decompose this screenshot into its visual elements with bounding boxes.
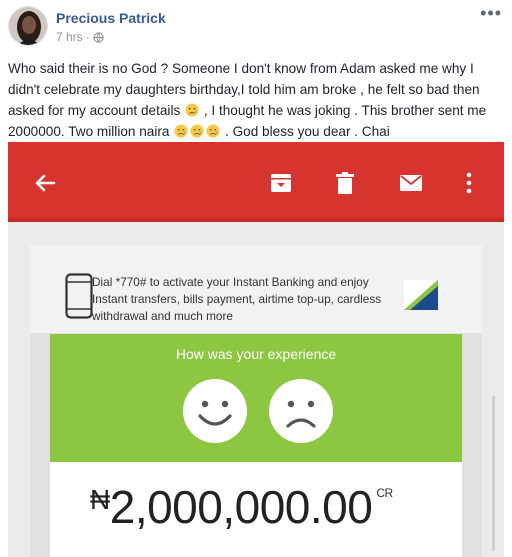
more-vertical-icon[interactable]: [456, 170, 482, 196]
currency-symbol: ₦: [90, 484, 110, 515]
post-time[interactable]: 7 hrs: [56, 30, 83, 44]
experience-panel: How was your experience: [50, 334, 462, 462]
phone-icon: [65, 273, 93, 319]
trash-icon[interactable]: [332, 170, 358, 196]
crying-face-emoji-icon: [174, 124, 188, 138]
crying-face-emoji-icon: [206, 124, 220, 138]
author-name[interactable]: Precious Patrick: [56, 10, 166, 26]
post-text: Who said their is no God ? Someone I don…: [8, 58, 502, 142]
email-toolbar: [8, 142, 504, 222]
post-header: Precious Patrick 7 hrs · •••: [8, 4, 504, 50]
back-arrow-icon[interactable]: [32, 170, 58, 196]
amount-panel: ₦2,000,000.00 CR: [50, 462, 462, 557]
crying-face-emoji-icon: [190, 124, 204, 138]
post-text-part3: . God bless you dear . Chai: [225, 124, 390, 139]
post-meta: 7 hrs ·: [56, 30, 104, 44]
promo-text: Dial *770# to activate your Instant Bank…: [92, 275, 382, 323]
crying-face-emoji-icon: [185, 103, 199, 117]
archive-icon[interactable]: [268, 170, 294, 196]
experience-title: How was your experience: [175, 346, 337, 362]
sad-face-icon[interactable]: [268, 378, 334, 444]
avatar[interactable]: [8, 6, 48, 46]
more-options-icon[interactable]: •••: [480, 4, 502, 22]
globe-icon: [93, 31, 104, 43]
meta-separator: ·: [85, 30, 90, 44]
amount-suffix: CR: [376, 486, 393, 500]
amount-value: 2,000,000.00: [109, 481, 373, 533]
credit-amount: ₦2,000,000.00 CR: [90, 480, 393, 534]
happy-face-icon[interactable]: [182, 378, 248, 444]
post-photo[interactable]: Dial *770# to activate your Instant Bank…: [8, 142, 504, 557]
bank-logo-icon: [404, 280, 438, 310]
scrollbar[interactable]: [492, 396, 495, 551]
mail-icon[interactable]: [398, 170, 424, 196]
